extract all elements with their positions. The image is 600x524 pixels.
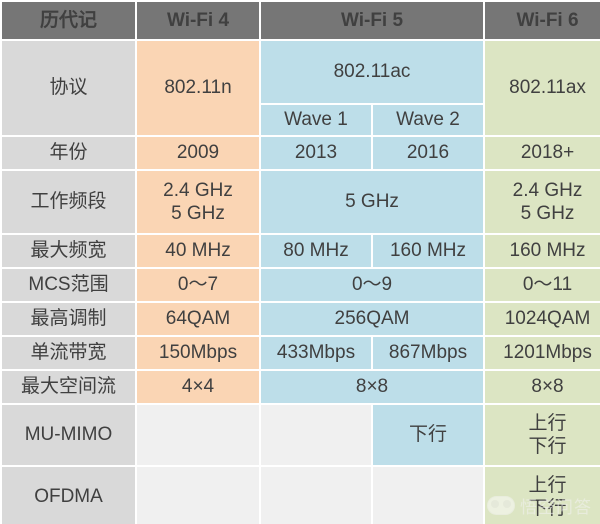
cell-mu-mimo-wifi5-wave1 xyxy=(261,405,371,465)
table-row-max-modulation: 最高调制 64QAM 256QAM 1024QAM xyxy=(2,303,600,335)
cell-year-wifi5-wave1: 2013 xyxy=(261,137,371,169)
cell-ofdma-wifi5-wave1 xyxy=(261,467,371,524)
cell-protocol-wifi6: 802.11ax xyxy=(485,41,600,135)
table-header-row: 历代记 Wi-Fi 4 Wi-Fi 5 Wi-Fi 6 xyxy=(2,2,600,39)
header-cell-wifi5: Wi-Fi 5 xyxy=(261,2,484,39)
row-label-max-modulation: 最高调制 xyxy=(2,303,135,335)
cell-max-modulation-wifi6: 1024QAM xyxy=(485,303,600,335)
cell-max-bandwidth-wifi6: 160 MHz xyxy=(485,235,600,267)
table-row-single-stream-bandwidth: 单流带宽 150Mbps 433Mbps 867Mbps 1201Mbps xyxy=(2,337,600,369)
cell-frequency-band-wifi4: 2.4 GHz 5 GHz xyxy=(137,171,259,233)
table-row-max-bandwidth: 最大频宽 40 MHz 80 MHz 160 MHz 160 MHz xyxy=(2,235,600,267)
table-row-year: 年份 2009 2013 2016 2018+ xyxy=(2,137,600,169)
table-row-ofdma: OFDMA 上行 下行 xyxy=(2,467,600,524)
cell-max-modulation-wifi5: 256QAM xyxy=(261,303,484,335)
header-cell-label: 历代记 xyxy=(2,2,135,39)
table-row-protocol: 协议 802.11n 802.11ac 802.11ax xyxy=(2,41,600,135)
cell-single-stream-wifi6: 1201Mbps xyxy=(485,337,600,369)
cell-frequency-band-wifi6: 2.4 GHz 5 GHz xyxy=(485,171,600,233)
wifi-generations-table: 历代记 Wi-Fi 4 Wi-Fi 5 Wi-Fi 6 协议 802.11n 8… xyxy=(0,0,600,524)
row-label-mcs-range: MCS范围 xyxy=(2,269,135,301)
row-label-protocol: 协议 xyxy=(2,41,135,135)
table-row-max-spatial-streams: 最大空间流 4×4 8×8 8×8 xyxy=(2,371,600,403)
cell-single-stream-wifi4: 150Mbps xyxy=(137,337,259,369)
cell-protocol-wifi4: 802.11n xyxy=(137,41,259,135)
cell-mcs-range-wifi4: 0～7 xyxy=(137,269,259,301)
cell-mu-mimo-wifi5-wave2: 下行 xyxy=(373,405,484,465)
cell-year-wifi6: 2018+ xyxy=(485,137,600,169)
cell-max-bandwidth-wifi5-wave1: 80 MHz xyxy=(261,235,371,267)
row-label-ofdma: OFDMA xyxy=(2,467,135,524)
cell-protocol-wifi5-wave1: Wave 1 xyxy=(261,105,371,135)
table-row-mcs-range: MCS范围 0～7 0～9 0～11 xyxy=(2,269,600,301)
cell-mcs-range-wifi5: 0～9 xyxy=(261,269,484,301)
cell-protocol-wifi5-wave2: Wave 2 xyxy=(373,105,484,135)
row-label-single-stream-bandwidth: 单流带宽 xyxy=(2,337,135,369)
cell-max-spatial-streams-wifi5: 8×8 xyxy=(261,371,484,403)
cell-single-stream-wifi5-wave1: 433Mbps xyxy=(261,337,371,369)
table-row-frequency-band: 工作频段 2.4 GHz 5 GHz 5 GHz 2.4 GHz 5 GHz xyxy=(2,171,600,233)
header-cell-wifi6: Wi-Fi 6 xyxy=(485,2,600,39)
cell-max-spatial-streams-wifi6: 8×8 xyxy=(485,371,600,403)
cell-ofdma-wifi4 xyxy=(137,467,259,524)
cell-year-wifi4: 2009 xyxy=(137,137,259,169)
cell-max-modulation-wifi4: 64QAM xyxy=(137,303,259,335)
cell-max-bandwidth-wifi4: 40 MHz xyxy=(137,235,259,267)
row-label-frequency-band: 工作频段 xyxy=(2,171,135,233)
cell-ofdma-wifi6: 上行 下行 xyxy=(485,467,600,524)
row-label-max-bandwidth: 最大频宽 xyxy=(2,235,135,267)
cell-mu-mimo-wifi4 xyxy=(137,405,259,465)
row-label-mu-mimo: MU-MIMO xyxy=(2,405,135,465)
cell-protocol-wifi5: 802.11ac xyxy=(261,41,484,103)
cell-ofdma-wifi5-wave2 xyxy=(373,467,484,524)
table-row-mu-mimo: MU-MIMO 下行 上行 下行 xyxy=(2,405,600,465)
cell-single-stream-wifi5-wave2: 867Mbps xyxy=(373,337,484,369)
row-label-max-spatial-streams: 最大空间流 xyxy=(2,371,135,403)
cell-mu-mimo-wifi6: 上行 下行 xyxy=(485,405,600,465)
cell-max-bandwidth-wifi5-wave2: 160 MHz xyxy=(373,235,484,267)
row-label-year: 年份 xyxy=(2,137,135,169)
cell-year-wifi5-wave2: 2016 xyxy=(373,137,484,169)
cell-frequency-band-wifi5: 5 GHz xyxy=(261,171,484,233)
cell-mcs-range-wifi6: 0～11 xyxy=(485,269,600,301)
cell-max-spatial-streams-wifi4: 4×4 xyxy=(137,371,259,403)
header-cell-wifi4: Wi-Fi 4 xyxy=(137,2,259,39)
